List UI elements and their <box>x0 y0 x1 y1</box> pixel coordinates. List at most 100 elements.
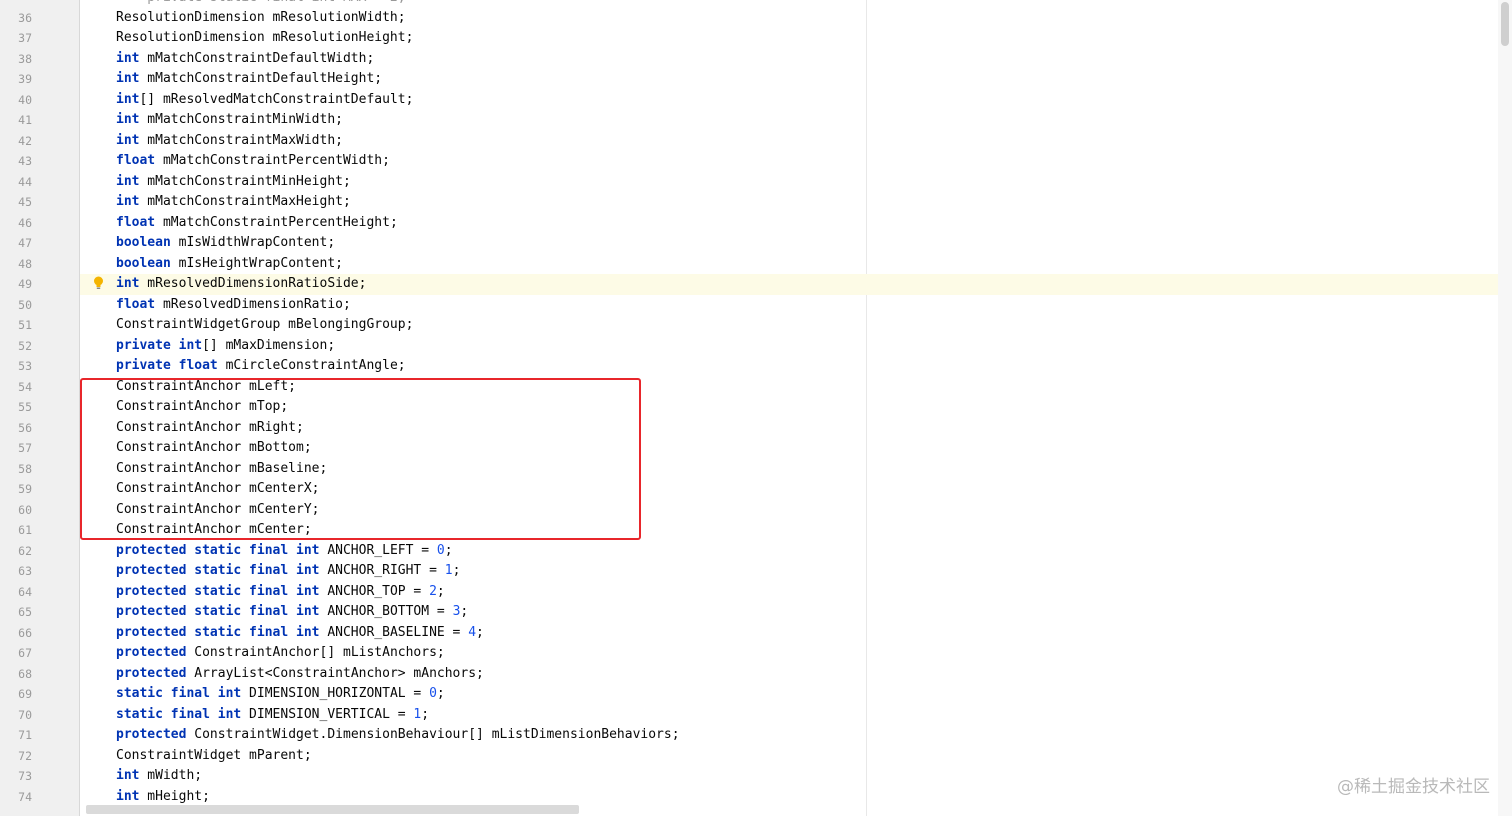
line-number[interactable]: 41 <box>0 110 32 131</box>
line-number[interactable]: 52 <box>0 336 32 357</box>
line-number[interactable]: 63 <box>0 561 32 582</box>
line-number[interactable]: 50 <box>0 295 32 316</box>
code-text: protected static final int ANCHOR_BASELI… <box>116 623 484 644</box>
line-number[interactable]: 57 <box>0 438 32 459</box>
code-line[interactable]: 69 static final int DIMENSION_HORIZONTAL … <box>18 684 1498 705</box>
line-number[interactable]: 74 <box>0 787 32 808</box>
line-number[interactable]: 60 <box>0 500 32 521</box>
line-number[interactable]: 67 <box>0 643 32 664</box>
line-number[interactable]: 47 <box>0 233 32 254</box>
code-token: mWidth; <box>139 768 203 783</box>
code-line[interactable]: 36 ResolutionDimension mResolutionWidth; <box>18 8 1498 29</box>
code-line[interactable]: 65 protected static final int ANCHOR_BOTT… <box>18 602 1498 623</box>
line-number[interactable]: 37 <box>0 28 32 49</box>
line-number[interactable]: 44 <box>0 172 32 193</box>
line-number[interactable]: 70 <box>0 705 32 726</box>
code-line[interactable]: 46 float mMatchConstraintPercentHeight; <box>18 213 1498 234</box>
code-token: mResolvedDimensionRatioSide; <box>139 276 367 291</box>
code-line[interactable]: 39 int mMatchConstraintDefaultHeight; <box>18 69 1498 90</box>
code-line[interactable]: 71 protected ConstraintWidget.DimensionBe… <box>18 725 1498 746</box>
keyword-token: int <box>116 194 140 209</box>
line-number[interactable]: 68 <box>0 664 32 685</box>
code-line[interactable]: 73 int mWidth; <box>18 766 1498 787</box>
code-line[interactable]: 40 int[] mResolvedMatchConstraintDefault; <box>18 90 1498 111</box>
code-line[interactable]: 43 float mMatchConstraintPercentWidth; <box>18 151 1498 172</box>
code-editor[interactable]: private static final int MAX = 2; 36Reso… <box>0 0 1512 816</box>
code-line[interactable]: 38 int mMatchConstraintDefaultWidth; <box>18 49 1498 70</box>
code-token: mMatchConstraintMinHeight; <box>139 173 351 189</box>
vertical-scrollbar[interactable] <box>1498 0 1512 816</box>
line-number[interactable]: 36 <box>0 8 32 29</box>
code-text: float mResolvedDimensionRatio; <box>116 295 351 316</box>
line-number[interactable]: 49 <box>0 274 32 295</box>
code-line[interactable]: 41 int mMatchConstraintMinWidth; <box>18 110 1498 131</box>
code-line[interactable]: 51 ConstraintWidgetGroup mBelongingGroup; <box>18 315 1498 336</box>
line-number[interactable]: 55 <box>0 397 32 418</box>
code-line[interactable]: 52 private int[] mMaxDimension; <box>18 336 1498 357</box>
code-token: ConstraintAnchor[] mListAnchors; <box>186 645 445 660</box>
code-line[interactable]: 42 int mMatchConstraintMaxWidth; <box>18 131 1498 152</box>
code-token: mMatchConstraintPercentHeight; <box>155 214 398 230</box>
code-line[interactable]: 45 int mMatchConstraintMaxHeight; <box>18 192 1498 213</box>
keyword-token: protected static final int <box>116 563 320 578</box>
code-text: boolean mIsHeightWrapContent; <box>116 254 343 275</box>
code-line[interactable]: 68 protected ArrayList<ConstraintAnchor> … <box>18 664 1498 685</box>
line-number[interactable]: 65 <box>0 602 32 623</box>
line-number[interactable]: 42 <box>0 131 32 152</box>
line-number[interactable]: 46 <box>0 213 32 234</box>
line-number[interactable]: 58 <box>0 459 32 480</box>
line-number[interactable]: 39 <box>0 69 32 90</box>
code-line[interactable]: 49 int mResolvedDimensionRatioSide; <box>18 274 1498 295</box>
code-line[interactable]: 67 protected ConstraintAnchor[] mListAnch… <box>18 643 1498 664</box>
line-number[interactable]: 48 <box>0 254 32 275</box>
keyword-token: boolean <box>116 235 171 250</box>
code-token: ; <box>436 583 445 599</box>
code-text: int[] mResolvedMatchConstraintDefault; <box>116 90 413 111</box>
line-number[interactable]: 51 <box>0 315 32 336</box>
keyword-token: protected static final int <box>116 542 320 558</box>
line-number[interactable]: 56 <box>0 418 32 439</box>
code-token: ; <box>421 706 430 722</box>
code-line[interactable]: 66 protected static final int ANCHOR_BASE… <box>18 623 1498 644</box>
keyword-token: protected static final int <box>116 624 320 640</box>
line-number[interactable]: 64 <box>0 582 32 603</box>
code-token: ; <box>460 604 469 619</box>
code-line[interactable]: 74 int mHeight; <box>18 787 1498 808</box>
line-number[interactable]: 73 <box>0 766 32 787</box>
line-number[interactable]: 40 <box>0 90 32 111</box>
code-line[interactable]: 44 int mMatchConstraintMinHeight; <box>18 172 1498 193</box>
line-number[interactable]: 71 <box>0 725 32 746</box>
code-line[interactable]: 50 float mResolvedDimensionRatio; <box>18 295 1498 316</box>
line-number[interactable]: 61 <box>0 520 32 541</box>
vertical-scrollbar-thumb[interactable] <box>1501 2 1509 46</box>
code-text: ResolutionDimension mResolutionWidth; <box>116 8 406 29</box>
code-token: ConstraintWidget.DimensionBehaviour[] mL… <box>186 727 680 742</box>
keyword-token: float <box>116 214 156 230</box>
code-line[interactable]: 72 ConstraintWidget mParent; <box>18 746 1498 767</box>
line-number[interactable]: 53 <box>0 356 32 377</box>
code-line[interactable]: 70 static final int DIMENSION_VERTICAL = … <box>18 705 1498 726</box>
code-line[interactable]: 53 private float mCircleConstraintAngle; <box>18 356 1498 377</box>
lightbulb-icon[interactable] <box>93 275 104 289</box>
line-number[interactable]: 43 <box>0 151 32 172</box>
line-number[interactable]: 72 <box>0 746 32 767</box>
line-number[interactable]: 69 <box>0 684 32 705</box>
horizontal-scrollbar-thumb[interactable] <box>86 805 579 814</box>
line-number[interactable]: 66 <box>0 623 32 644</box>
code-line[interactable]: 64 protected static final int ANCHOR_TOP … <box>18 582 1498 603</box>
keyword-token: private <box>116 358 171 373</box>
code-line[interactable]: 37 ResolutionDimension mResolutionHeight; <box>18 28 1498 49</box>
line-number[interactable]: 45 <box>0 192 32 213</box>
code-line[interactable]: 62 protected static final int ANCHOR_LEFT… <box>18 541 1498 562</box>
code-line[interactable]: 48 boolean mIsHeightWrapContent; <box>18 254 1498 275</box>
code-line[interactable]: 47 boolean mIsWidthWrapContent; <box>18 233 1498 254</box>
code-text: int mMatchConstraintMaxWidth; <box>116 131 343 152</box>
line-number[interactable]: 59 <box>0 479 32 500</box>
code-line[interactable]: 63 protected static final int ANCHOR_RIGH… <box>18 561 1498 582</box>
code-token: ANCHOR_BASELINE = <box>319 624 469 640</box>
keyword-token: protected <box>116 727 187 742</box>
number-token: 1 <box>444 563 453 578</box>
line-number[interactable]: 62 <box>0 541 32 562</box>
line-number[interactable]: 38 <box>0 49 32 70</box>
line-number[interactable]: 54 <box>0 377 32 398</box>
